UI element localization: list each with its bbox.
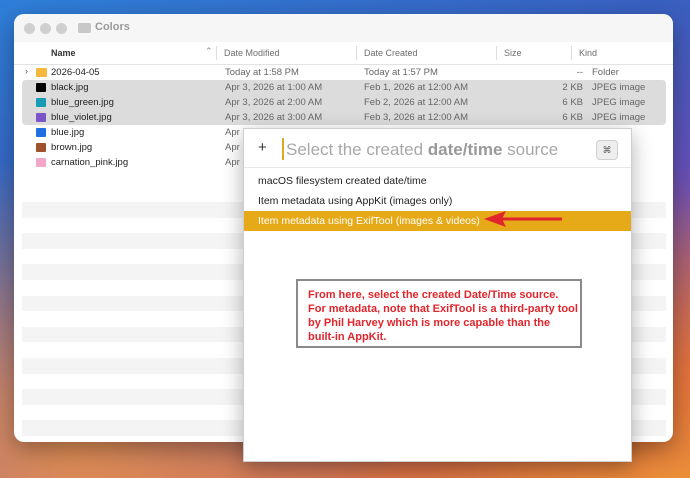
jpeg-thumbnail-icon — [36, 143, 46, 152]
titlebar: Colors — [14, 14, 673, 42]
column-divider[interactable] — [496, 46, 497, 60]
file-date-modified: Apr 3, 2026 at 3:00 AM — [225, 112, 323, 123]
sort-ascending-icon[interactable]: ⌃ — [205, 46, 213, 57]
file-size: 6 KB — [562, 97, 583, 108]
file-name: black.jpg — [51, 82, 89, 93]
file-size: 2 KB — [562, 82, 583, 93]
file-date-created: Feb 2, 2026 at 12:00 AM — [364, 97, 469, 108]
file-date-modified: Today at 1:58 PM — [225, 67, 299, 78]
file-date-modified: Apr 3, 2026 at 2:00 AM — [225, 97, 323, 108]
close-window-button[interactable] — [24, 23, 35, 34]
file-kind: Folder — [592, 67, 619, 78]
column-divider[interactable] — [356, 46, 357, 60]
file-date-modified: Apr — [225, 127, 240, 138]
file-name: brown.jpg — [51, 142, 93, 153]
folder-icon — [36, 68, 47, 77]
jpeg-thumbnail-icon — [36, 158, 46, 167]
file-date-modified: Apr 3, 2026 at 1:00 AM — [225, 82, 323, 93]
option-appkit-metadata[interactable]: Item metadata using AppKit (images only) — [244, 191, 631, 211]
callout-text: From here, select the created Date/Time … — [308, 289, 578, 343]
jpeg-thumbnail-icon — [36, 113, 46, 122]
app-icon: ⌘ — [596, 140, 618, 160]
file-kind: JPEG image — [592, 97, 646, 108]
window-title: Colors — [95, 21, 130, 33]
column-header-name[interactable]: Name — [51, 48, 76, 58]
file-kind: JPEG image — [592, 82, 646, 93]
plus-icon[interactable]: + — [258, 139, 267, 156]
file-row-black[interactable]: black.jpg Apr 3, 2026 at 1:00 AM Feb 1, … — [22, 80, 666, 95]
annotation-callout: From here, select the created Date/Time … — [296, 279, 582, 348]
file-date-created: Feb 3, 2026 at 12:00 AM — [364, 112, 469, 123]
annotation-arrow — [484, 211, 562, 227]
file-name: carnation_pink.jpg — [51, 157, 129, 168]
file-row-folder[interactable]: › 2026-04-05 Today at 1:58 PM Today at 1… — [22, 65, 666, 80]
option-exiftool-metadata[interactable]: Item metadata using ExifTool (images & v… — [244, 211, 631, 231]
jpeg-thumbnail-icon — [36, 98, 46, 107]
file-row-blue-violet[interactable]: blue_violet.jpg Apr 3, 2026 at 3:00 AM F… — [22, 110, 666, 125]
disclosure-triangle-icon[interactable]: › — [25, 66, 28, 76]
picker-search-input[interactable]: Select the created date/time source — [286, 140, 558, 160]
column-headers: Name ⌃ Date Modified Date Created Size K… — [14, 42, 673, 65]
file-name: blue_green.jpg — [51, 97, 114, 108]
zoom-window-button[interactable] — [56, 23, 67, 34]
folder-icon — [78, 23, 91, 33]
column-header-size[interactable]: Size — [504, 48, 522, 58]
text-caret — [282, 138, 284, 160]
column-header-date-modified[interactable]: Date Modified — [224, 48, 280, 58]
minimize-window-button[interactable] — [40, 23, 51, 34]
column-divider[interactable] — [216, 46, 217, 60]
column-divider[interactable] — [571, 46, 572, 60]
file-name: blue.jpg — [51, 127, 85, 138]
picker-search-bar: + Select the created date/time source ⌘ — [244, 129, 631, 168]
jpeg-thumbnail-icon — [36, 83, 46, 92]
file-kind: JPEG image — [592, 112, 646, 123]
file-name: blue_violet.jpg — [51, 112, 112, 123]
file-row-blue-green[interactable]: blue_green.jpg Apr 3, 2026 at 2:00 AM Fe… — [22, 95, 666, 110]
jpeg-thumbnail-icon — [36, 128, 46, 137]
option-filesystem-date[interactable]: macOS filesystem created date/time — [244, 171, 631, 191]
file-name: 2026-04-05 — [51, 67, 100, 78]
file-date-created: Today at 1:57 PM — [364, 67, 438, 78]
column-header-date-created[interactable]: Date Created — [364, 48, 418, 58]
picker-options: macOS filesystem created date/time Item … — [244, 171, 631, 231]
file-date-created: Feb 1, 2026 at 12:00 AM — [364, 82, 469, 93]
column-header-kind[interactable]: Kind — [579, 48, 597, 58]
file-size: -- — [576, 67, 583, 78]
file-size: 6 KB — [562, 112, 583, 123]
file-date-modified: Apr — [225, 142, 240, 153]
